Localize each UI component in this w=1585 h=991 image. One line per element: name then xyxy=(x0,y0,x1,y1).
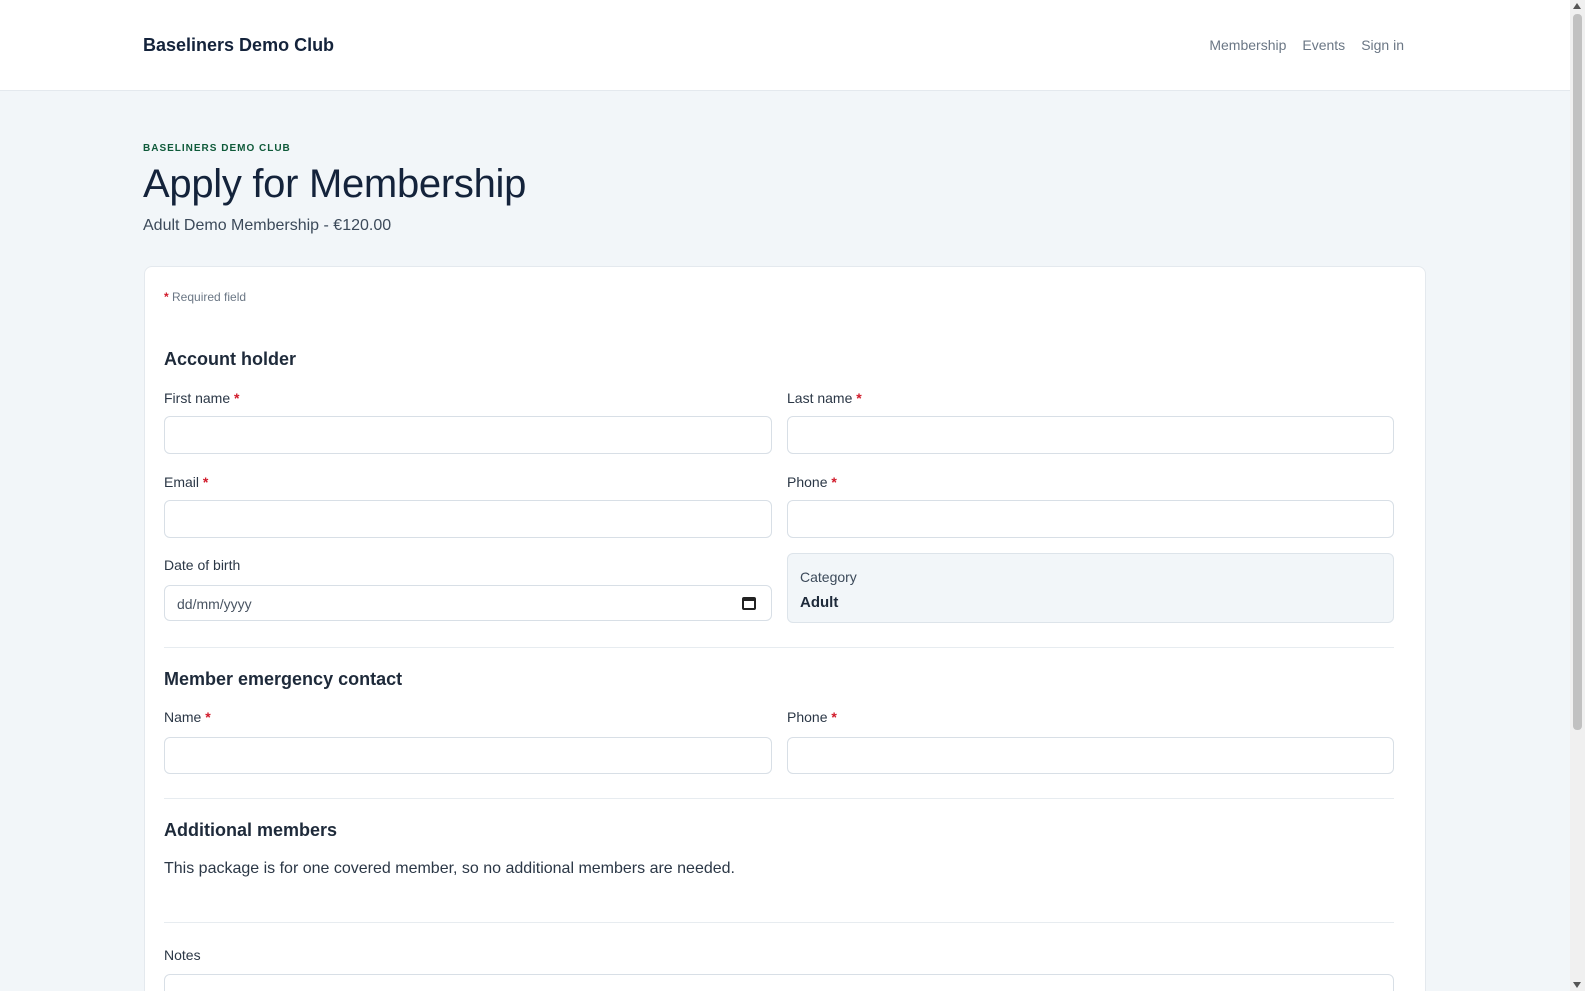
first-name-label-text: First name xyxy=(164,390,231,406)
date-of-birth-placeholder: dd/mm/yyyy xyxy=(177,596,252,612)
section-title-account-holder: Account holder xyxy=(164,349,297,369)
emergency-name-input[interactable] xyxy=(164,737,772,774)
required-marker: * xyxy=(831,709,837,725)
email-label-text: Email xyxy=(164,474,200,490)
emergency-phone-input[interactable] xyxy=(787,737,1394,774)
required-marker: * xyxy=(234,390,240,406)
top-navbar: Baseliners Demo Club Membership Events S… xyxy=(0,0,1570,91)
nav-link-events[interactable]: Events xyxy=(1302,37,1345,53)
brand-logo-text[interactable]: Baseliners Demo Club xyxy=(143,35,334,56)
main-nav: Membership Events Sign in xyxy=(1209,37,1404,53)
scroll-down-arrow-icon[interactable] xyxy=(1573,982,1581,988)
page-subtitle: Adult Demo Membership - €120.00 xyxy=(143,217,392,234)
notes-textarea[interactable] xyxy=(164,974,1394,991)
section-title-emergency-contact: Member emergency contact xyxy=(164,669,403,689)
emergency-name-label-text: Name xyxy=(164,709,202,725)
phone-input[interactable] xyxy=(787,500,1394,538)
section-divider xyxy=(164,922,1394,923)
last-name-label: Last name * xyxy=(787,390,862,406)
required-marker: * xyxy=(205,709,211,725)
additional-members-info: This package is for one covered member, … xyxy=(164,860,735,877)
category-display: Category Adult xyxy=(787,553,1394,623)
emergency-name-label: Name * xyxy=(164,709,211,725)
required-field-text: Required field xyxy=(172,290,247,304)
nav-link-membership[interactable]: Membership xyxy=(1209,37,1286,53)
date-of-birth-input[interactable]: dd/mm/yyyy xyxy=(164,585,772,621)
section-divider xyxy=(164,798,1394,799)
scrollbar-thumb[interactable] xyxy=(1573,14,1582,730)
date-of-birth-label: Date of birth xyxy=(164,557,241,573)
scroll-up-arrow-icon[interactable] xyxy=(1573,3,1581,9)
last-name-input[interactable] xyxy=(787,416,1394,454)
vertical-scrollbar[interactable] xyxy=(1570,0,1585,991)
nav-link-sign-in[interactable]: Sign in xyxy=(1361,37,1404,53)
required-marker: * xyxy=(164,290,169,304)
phone-label-text: Phone xyxy=(787,474,828,490)
first-name-label: First name * xyxy=(164,390,239,406)
required-marker: * xyxy=(202,474,209,490)
emergency-phone-label-text: Phone xyxy=(787,709,828,725)
category-label: Category xyxy=(800,569,857,585)
section-title-additional-members: Additional members xyxy=(164,820,338,840)
email-label: Email * xyxy=(164,474,208,490)
page-eyebrow: BASELINERS DEMO CLUB xyxy=(143,143,291,154)
emergency-phone-label: Phone * xyxy=(787,709,837,725)
notes-label: Notes xyxy=(164,947,201,963)
required-marker: * xyxy=(831,474,837,490)
first-name-input[interactable] xyxy=(164,416,772,454)
membership-form-card: * Required field Account holder First na… xyxy=(144,266,1426,991)
email-input[interactable] xyxy=(164,500,772,538)
last-name-label-text: Last name xyxy=(787,390,853,406)
phone-label: Phone * xyxy=(787,474,837,490)
calendar-icon[interactable] xyxy=(742,597,756,610)
page-title: Apply for Membership xyxy=(143,162,527,206)
required-marker: * xyxy=(856,390,862,406)
required-field-note: * Required field xyxy=(164,290,246,304)
section-divider xyxy=(164,647,1394,648)
category-value: Adult xyxy=(800,594,839,611)
